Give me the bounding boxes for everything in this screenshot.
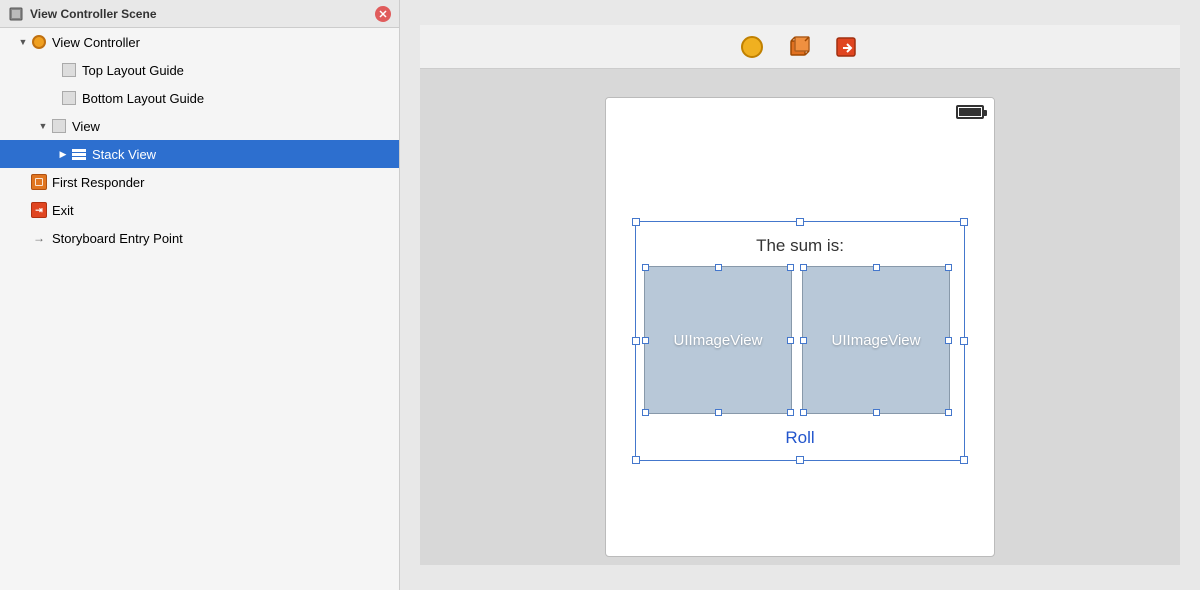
iv2-handle-br[interactable] — [945, 409, 952, 416]
uiimage-label-2: UIImageView — [832, 332, 921, 349]
iv-handle-tl[interactable] — [642, 264, 649, 271]
close-button[interactable] — [375, 6, 391, 22]
status-bar — [606, 98, 994, 126]
iv-handle-bm[interactable] — [715, 409, 722, 416]
iv-handle-mr[interactable] — [787, 337, 794, 344]
handle-bottom-right[interactable] — [960, 456, 968, 464]
small-rect-icon — [60, 89, 78, 107]
iv2-handle-tr[interactable] — [945, 264, 952, 271]
stack-view-icon — [70, 145, 88, 163]
iv-handle-ml[interactable] — [642, 337, 649, 344]
handle-top-right[interactable] — [960, 218, 968, 226]
handle-mid-right[interactable] — [960, 337, 968, 345]
iv2-handle-tm[interactable] — [873, 264, 880, 271]
sidebar-item-bottom-layout-guide[interactable]: Bottom Layout Guide — [0, 84, 399, 112]
arrow-icon: → — [30, 229, 48, 247]
iv2-handle-bl[interactable] — [800, 409, 807, 416]
roll-label: Roll — [644, 424, 956, 452]
uiimage-view-2: UIImageView — [802, 266, 950, 414]
sum-label: The sum is: — [644, 230, 956, 266]
first-responder-icon — [30, 173, 48, 191]
handle-top-mid[interactable] — [796, 218, 804, 226]
view-icon — [50, 117, 68, 135]
sidebar-item-storyboard-entry[interactable]: → Storyboard Entry Point — [0, 224, 399, 252]
battery-icon — [956, 105, 984, 119]
item-label: Top Layout Guide — [82, 63, 184, 78]
iv-handle-br[interactable] — [787, 409, 794, 416]
square-arrow-button[interactable] — [832, 31, 864, 63]
iv-handle-tm[interactable] — [715, 264, 722, 271]
item-label: View — [72, 119, 100, 134]
expand-triangle[interactable] — [36, 119, 50, 133]
handle-bottom-left[interactable] — [632, 456, 640, 464]
image-views-row: UIImageView — [644, 266, 956, 414]
item-label: Exit — [52, 203, 74, 218]
square-arrow-icon — [835, 34, 861, 60]
canvas-background: The sum is: — [420, 25, 1180, 565]
sidebar-item-first-responder[interactable]: First Responder — [0, 168, 399, 196]
handle-top-left[interactable] — [632, 218, 640, 226]
sidebar-item-exit[interactable]: ⇥ Exit — [0, 196, 399, 224]
iv2-handle-ml[interactable] — [800, 337, 807, 344]
uiimage-view-1: UIImageView — [644, 266, 792, 414]
3d-box-button[interactable] — [784, 31, 816, 63]
expand-triangle[interactable] — [16, 35, 30, 49]
3d-box-icon — [787, 34, 813, 60]
item-label: Stack View — [92, 147, 156, 162]
iv-handle-bl[interactable] — [642, 409, 649, 416]
stack-view-container: The sum is: — [635, 221, 965, 461]
scene-header: View Controller Scene — [0, 0, 399, 28]
yellow-circle-icon — [741, 36, 763, 58]
sidebar-item-view-controller[interactable]: View Controller — [0, 28, 399, 56]
left-panel: View Controller Scene View Controller — [0, 0, 400, 590]
yellow-circle-button[interactable] — [736, 31, 768, 63]
exit-icon: ⇥ — [30, 201, 48, 219]
device-content: The sum is: — [606, 126, 994, 556]
uiimage-label-1: UIImageView — [674, 332, 763, 349]
expand-triangle[interactable] — [56, 147, 70, 161]
item-label: View Controller — [52, 35, 140, 50]
scene-title: View Controller Scene — [30, 7, 375, 21]
iv2-handle-mr[interactable] — [945, 337, 952, 344]
view-controller-icon — [30, 33, 48, 51]
item-label: First Responder — [52, 175, 144, 190]
device-frame: The sum is: — [605, 97, 995, 557]
iv-handle-tr[interactable] — [787, 264, 794, 271]
item-label: Storyboard Entry Point — [52, 231, 183, 246]
handle-mid-left[interactable] — [632, 337, 640, 345]
sidebar-item-stack-view[interactable]: Stack View — [0, 140, 399, 168]
item-label: Bottom Layout Guide — [82, 91, 204, 106]
scene-icon — [8, 6, 24, 22]
canvas-area: The sum is: — [400, 0, 1200, 590]
iv2-handle-tl[interactable] — [800, 264, 807, 271]
canvas-toolbar — [420, 25, 1180, 69]
small-rect-icon — [60, 61, 78, 79]
sidebar-item-view[interactable]: View — [0, 112, 399, 140]
iv2-handle-bm[interactable] — [873, 409, 880, 416]
handle-bottom-mid[interactable] — [796, 456, 804, 464]
sidebar-item-top-layout-guide[interactable]: Top Layout Guide — [0, 56, 399, 84]
